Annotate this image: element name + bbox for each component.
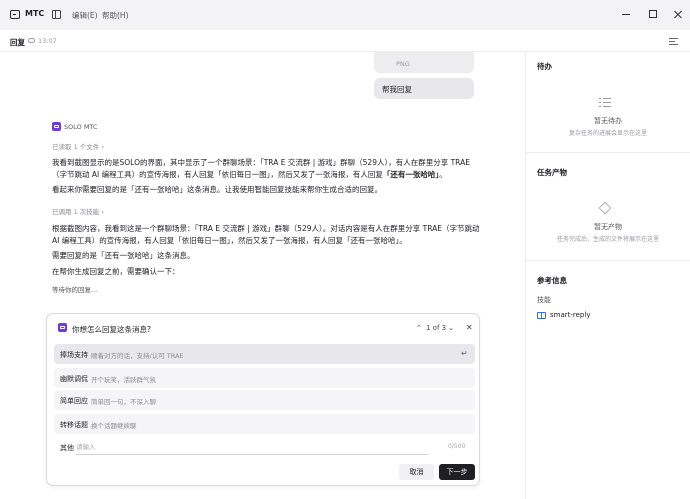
- skill-name: smart-reply: [550, 311, 591, 319]
- cloud-sync-icon: [28, 38, 35, 43]
- agent-avatar-icon: [58, 323, 67, 332]
- chevron-up-icon[interactable]: ⌃: [416, 324, 422, 332]
- close-icon[interactable]: [671, 7, 685, 21]
- session-title: 回复: [10, 38, 25, 47]
- option-simple[interactable]: 简单回应 简单回一句，不深入聊: [54, 390, 475, 410]
- title-bar: MTC 编辑(E) 帮助(H): [0, 0, 690, 30]
- next-button[interactable]: 下一步: [439, 464, 475, 480]
- waiting-status: 等待你的回复...: [52, 286, 98, 294]
- panel-toggle-icon[interactable]: [669, 37, 678, 45]
- user-message: 帮我回复: [374, 78, 474, 99]
- option-label: 转移话题: [60, 421, 88, 429]
- session-header: 回复 13:07: [0, 30, 690, 52]
- reference-title: 参考信息: [537, 276, 567, 285]
- option-desc: 开个玩笑，活跃群气氛: [91, 376, 156, 384]
- other-label: 其他: [60, 444, 74, 452]
- question-card: 你想怎么回复这条消息? ⌃ 1 of 3 ⌄ ✕ 捧场支持 顺着对方的话，支持/…: [46, 313, 480, 486]
- para1-quote: 「还有一张哈哈」: [382, 170, 440, 179]
- divider: [526, 152, 690, 153]
- app-logo-icon: [10, 10, 20, 19]
- step-skill-call[interactable]: 已调用 1 次技能 ›: [52, 206, 104, 216]
- todo-desc: 复杂任务的进展会显示在这里: [568, 130, 647, 137]
- user-message-text: 帮我回复: [382, 85, 412, 94]
- minimize-icon[interactable]: [619, 7, 633, 21]
- chevron-down-icon[interactable]: ⌄: [448, 324, 454, 332]
- option-label: 捧场支持: [60, 351, 88, 359]
- step-skill-label: 已调用 1 次技能: [52, 208, 100, 216]
- cube-icon: [598, 201, 612, 215]
- artifacts-desc: 任务完成后，生成的文件将展示在这里: [556, 236, 659, 243]
- option-humor[interactable]: 幽默调侃 开个玩笑，活跃群气氛: [54, 368, 475, 388]
- close-icon[interactable]: ✕: [466, 323, 473, 332]
- option-support[interactable]: 捧场支持 顺着对方的话，支持/认可 TRAE ↵: [54, 344, 475, 364]
- agent-paragraph-4: 需要回复的是「还有一张哈哈」这条消息。: [52, 251, 195, 260]
- step-read-file[interactable]: 已读取 1 个文件 ›: [52, 141, 104, 151]
- agent-name: SOLO MTC: [64, 123, 98, 131]
- image-attachment-label: PNG: [396, 60, 410, 68]
- enter-icon: ↵: [461, 349, 468, 358]
- maximize-icon[interactable]: [646, 7, 660, 21]
- skills-label: 技能: [537, 296, 551, 304]
- todo-empty: 暂无待办: [594, 117, 622, 125]
- option-label: 简单回应: [60, 397, 88, 405]
- skill-link[interactable]: smart-reply: [537, 311, 607, 321]
- session-time: 13:07: [38, 37, 57, 45]
- option-desc: 顺着对方的话，支持/认可 TRAE: [91, 352, 184, 360]
- para1-end: 。: [439, 170, 447, 179]
- menu-help[interactable]: 帮助(H): [102, 10, 129, 21]
- option-desc: 简单回一句，不深入聊: [91, 398, 156, 406]
- agent-paragraph-2: 看起来你需要回复的是「还有一张哈哈」这条消息。让我使用智能回复技能来帮你生成合适…: [52, 185, 382, 194]
- todo-title: 待办: [537, 62, 552, 71]
- option-change-topic[interactable]: 转移话题 换个话题继续聊: [54, 414, 475, 434]
- agent-paragraph-5: 在帮你生成回复之前，需要确认一下：: [52, 267, 180, 276]
- question-pager: 1 of 3: [426, 324, 447, 332]
- menu-edit[interactable]: 编辑(E): [72, 10, 98, 21]
- char-count: 0/500: [448, 443, 466, 450]
- option-desc: 换个话题继续聊: [91, 422, 137, 430]
- agent-paragraph-1: 我看到截图显示的是SOLO的界面，其中显示了一个群聊场景：「TRA E 交流群 …: [52, 157, 482, 181]
- agent-avatar-icon: [52, 122, 61, 131]
- agent-paragraph-3: 根据截图内容，我看到这是一个群聊场景：「TRA E 交流群 | 游戏」群聊（52…: [52, 224, 480, 245]
- list-icon: [599, 96, 611, 108]
- artifacts-title: 任务产物: [537, 168, 567, 177]
- option-label: 幽默调侃: [60, 375, 88, 383]
- app-title: MTC: [25, 9, 45, 18]
- divider: [526, 260, 690, 261]
- step-read-label: 已读取 1 个文件: [52, 143, 100, 151]
- cancel-button[interactable]: 取消: [399, 464, 434, 480]
- right-panel: 待办 暂无待办 复杂任务的进展会显示在这里 任务产物 暂无产物 任务完成后，生成…: [525, 52, 690, 499]
- question-title: 你想怎么回复这条消息?: [72, 325, 151, 334]
- book-icon: [537, 312, 546, 319]
- artifacts-empty: 暂无产物: [594, 223, 622, 231]
- image-attachment[interactable]: PNG: [374, 52, 474, 73]
- other-input[interactable]: [76, 439, 428, 455]
- sidebar-toggle-icon[interactable]: [52, 10, 61, 19]
